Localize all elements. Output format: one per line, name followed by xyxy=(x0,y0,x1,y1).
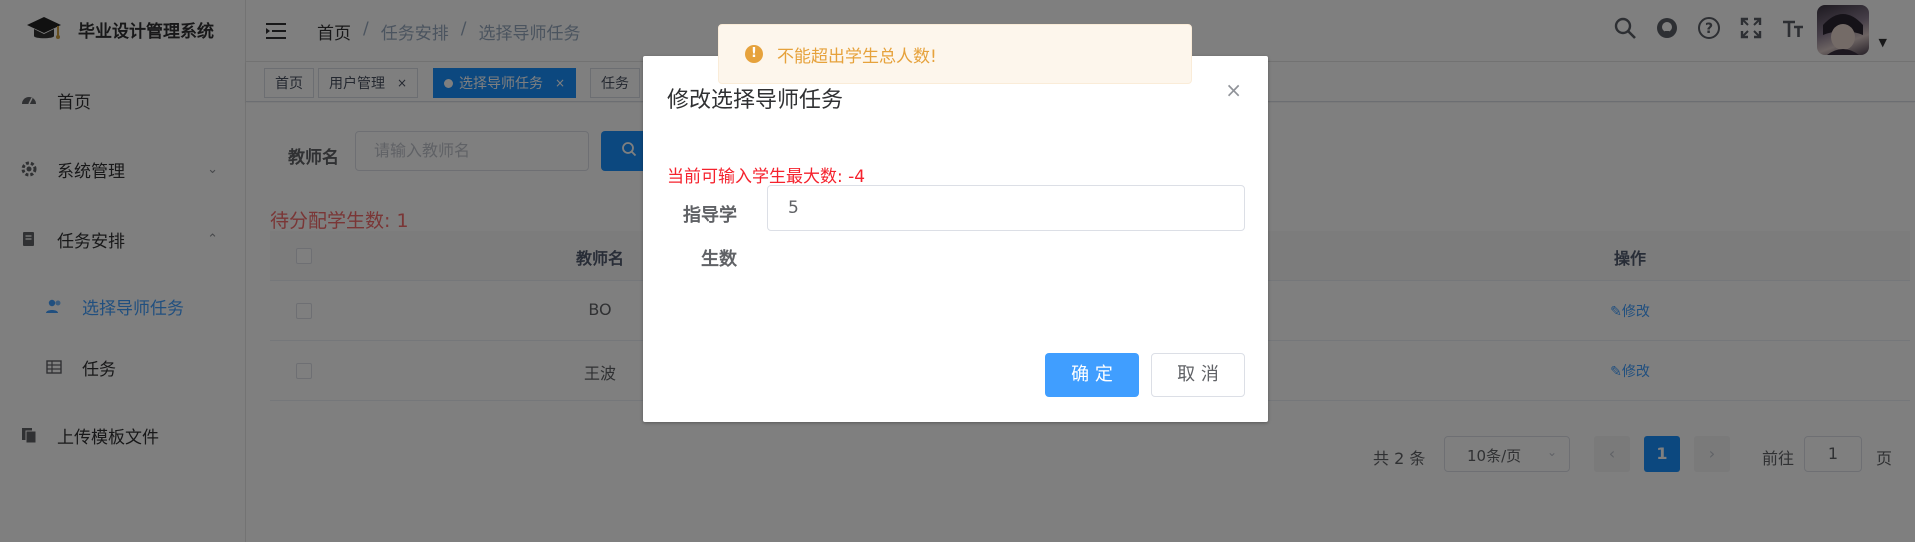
confirm-button[interactable]: 确 定 xyxy=(1045,353,1139,397)
max-student-hint: 当前可输入学生最大数: -4 xyxy=(667,167,866,187)
dialog-title: 修改选择导师任务 xyxy=(667,88,844,113)
edit-dialog: 修改选择导师任务 × 当前可输入学生最大数: -4 指导学生数 5 确 定 取 … xyxy=(643,56,1268,422)
warning-message: ! 不能超出学生总人数! xyxy=(718,24,1192,84)
warning-icon: ! xyxy=(745,45,763,63)
warning-text: 不能超出学生总人数! xyxy=(777,46,937,67)
close-icon[interactable]: × xyxy=(1225,78,1242,102)
student-count-input[interactable]: 5 xyxy=(767,185,1245,231)
student-count-label: 指导学生数 xyxy=(683,205,737,270)
cancel-button[interactable]: 取 消 xyxy=(1151,353,1245,397)
